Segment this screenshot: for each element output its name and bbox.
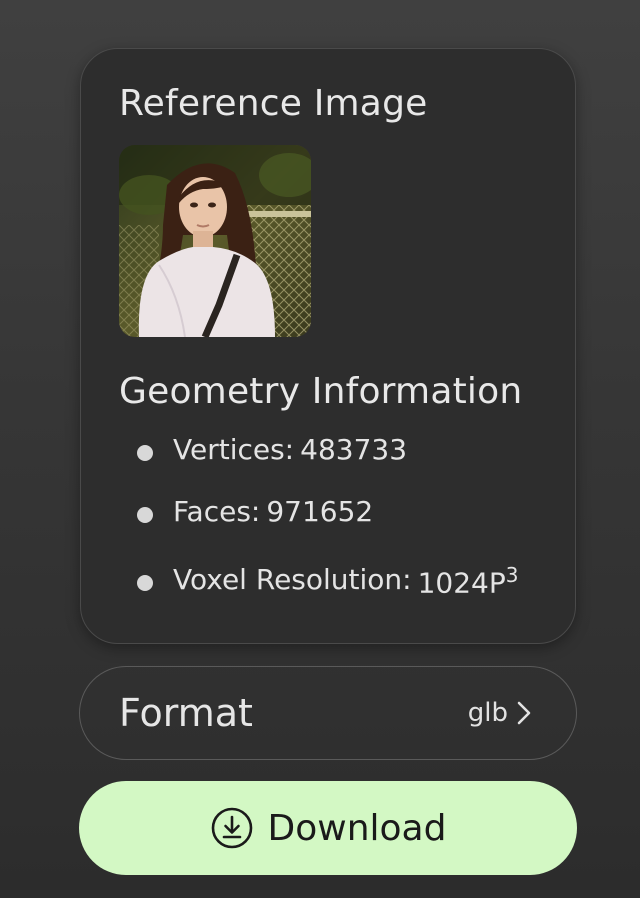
bullet-icon <box>137 445 153 461</box>
voxel-resolution-label: Voxel Resolution: <box>173 563 412 596</box>
bullet-icon <box>137 507 153 523</box>
voxel-resolution-exponent: 3 <box>505 563 519 587</box>
faces-label: Faces: <box>173 495 261 528</box>
voxel-resolution-value: 1024P3 <box>418 563 519 599</box>
format-label: Format <box>119 691 253 735</box>
faces-value: 971652 <box>266 495 374 528</box>
bullet-icon <box>137 575 153 591</box>
reference-image-thumbnail[interactable] <box>119 145 311 337</box>
reference-image-title: Reference Image <box>119 83 428 124</box>
vertices-value: 483733 <box>300 433 408 466</box>
format-selector[interactable]: Format glb <box>79 666 577 760</box>
geometry-information-title: Geometry Information <box>119 371 523 412</box>
list-item-vertices: Vertices: 483733 <box>137 433 519 495</box>
format-value: glb <box>467 698 508 728</box>
geometry-info-list: Vertices: 483733 Faces: 971652 Voxel Res… <box>137 433 519 625</box>
format-value-group[interactable]: glb <box>468 698 532 728</box>
chevron-right-icon <box>517 701 531 725</box>
download-label: Download <box>267 807 447 849</box>
list-item-faces: Faces: 971652 <box>137 495 519 557</box>
vertices-label: Vertices: <box>173 433 295 466</box>
reference-photo <box>119 145 311 337</box>
download-icon <box>211 807 252 849</box>
info-card: Reference Image Geometry Information Ver… <box>80 48 576 644</box>
download-button[interactable]: Download <box>79 781 577 875</box>
voxel-resolution-number: 1024P <box>417 566 506 600</box>
list-item-voxel-resolution: Voxel Resolution: 1024P3 <box>137 563 519 625</box>
